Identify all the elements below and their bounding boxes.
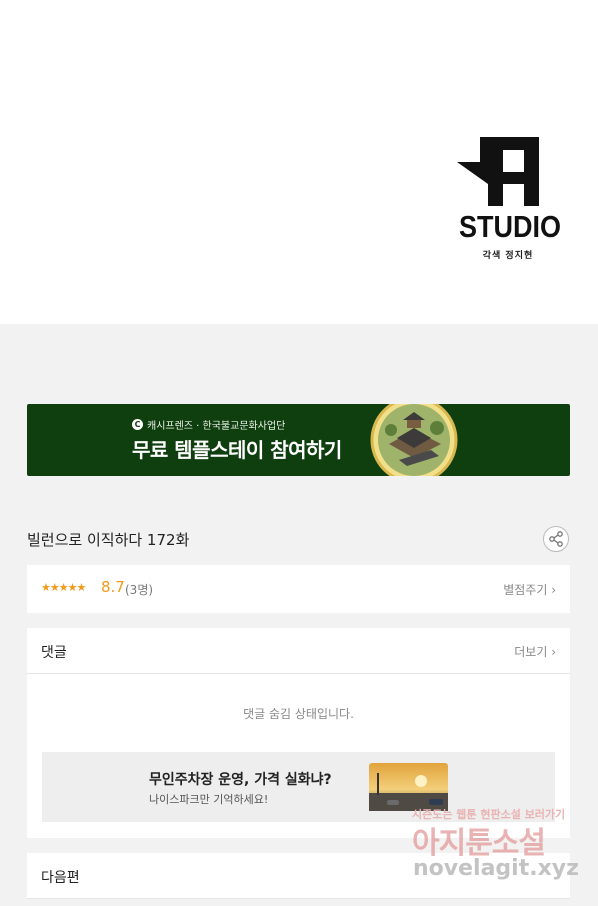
rating-section: ★★★★★ 8.7 (3명) 별점주기 › — [27, 565, 570, 613]
banner-sponsor: C 캐시프렌즈 · 한국불교문화사업단 — [132, 417, 285, 432]
comment-header: 댓글 더보기 › — [27, 628, 570, 674]
studio-logo: STUDIO — [457, 137, 561, 244]
next-episode-label: 다음편 — [41, 870, 80, 886]
episode-title: 빌런으로 이직하다 172화 — [27, 531, 190, 549]
comment-more-button[interactable]: 더보기 › — [514, 643, 556, 660]
rating-score: 8.7 — [101, 578, 125, 596]
parking-lot-photo — [369, 763, 448, 811]
ad-title: 무인주차장 운영, 가격 실화냐? — [149, 772, 332, 788]
banner-title: 무료 템플스테이 참여하기 — [132, 438, 342, 462]
c-icon: C — [132, 419, 143, 430]
svg-text:STUDIO: STUDIO — [459, 209, 561, 244]
rating-count: (3명) — [125, 583, 154, 597]
temple-stay-banner[interactable]: C 캐시프렌즈 · 한국불교문화사업단 무료 템플스테이 참여하기 — [27, 404, 570, 476]
rate-button[interactable]: 별점주기 › — [503, 581, 556, 598]
star-rating-icon: ★★★★★ — [41, 581, 86, 594]
share-button[interactable] — [543, 526, 569, 552]
comment-hidden-notice: 댓글 숨김 상태입니다. — [243, 707, 354, 721]
ad-subtitle: 나이스파크만 기억하세요! — [149, 793, 269, 806]
watermark-url: novelagit.xyz — [413, 856, 579, 881]
temple-illustration-icon — [370, 404, 458, 476]
comic-image-area: STUDIO 각색 정지현 — [0, 0, 598, 324]
logo-credit: 각색 정지현 — [482, 251, 534, 261]
share-icon — [549, 531, 563, 547]
comment-label: 댓글 — [41, 645, 67, 661]
